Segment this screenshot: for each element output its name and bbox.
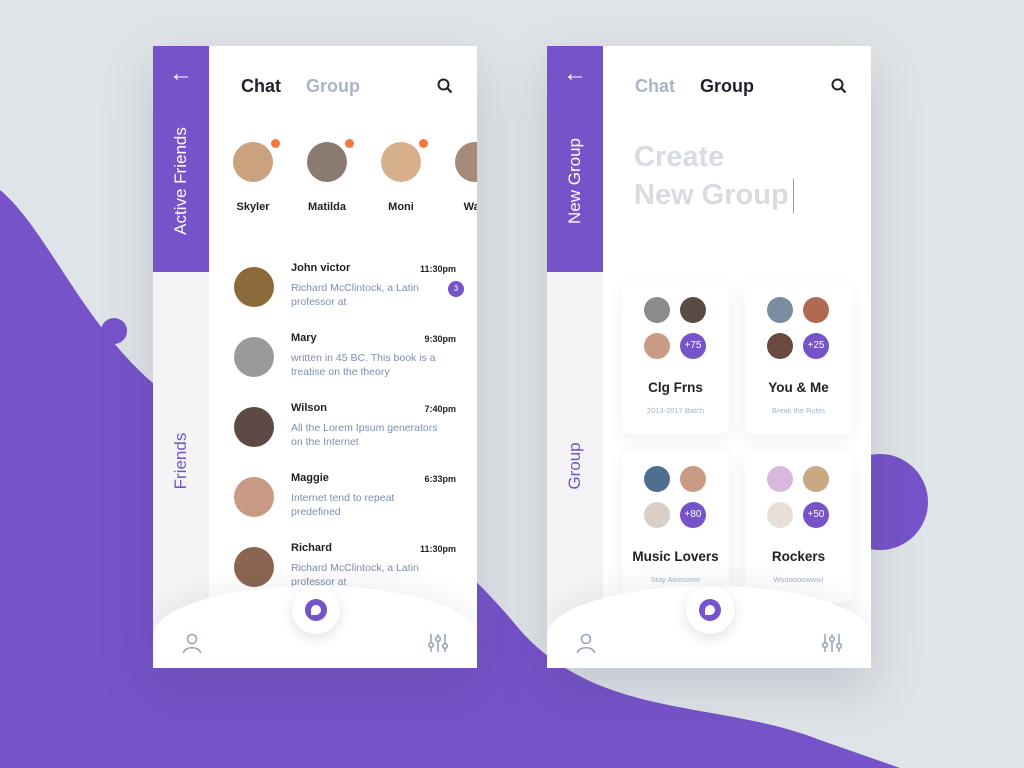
create-title-line2-wrap: New Group <box>634 176 794 214</box>
extra-members-count: +50 <box>803 502 829 528</box>
chat-bubble-icon <box>699 599 721 621</box>
chat-list-item[interactable]: Wilson 7:40pm All the Lorem Ipsum generato… <box>234 402 456 467</box>
message-time: 6:33pm <box>424 474 456 484</box>
friend-name: Matilda <box>308 201 346 213</box>
group-name: You & Me <box>768 380 829 395</box>
active-friend[interactable]: Skyler <box>223 139 283 213</box>
avatar <box>381 142 421 182</box>
online-indicator <box>419 139 428 148</box>
sidebar-active-label: New Group <box>565 138 584 224</box>
settings-sliders-icon[interactable] <box>427 632 449 654</box>
message-preview: Internet tend to repeat predefined <box>291 492 395 518</box>
member-avatar <box>803 466 829 492</box>
contact-name: Maggie <box>291 472 329 484</box>
sidebar-active-label: Active Friends <box>171 127 190 235</box>
create-title-line2: New Group <box>634 179 789 211</box>
group-card[interactable]: +25 You & Me Break the Rules <box>745 282 852 434</box>
text-cursor <box>792 179 794 214</box>
tab-group[interactable]: Group <box>700 76 754 97</box>
member-avatar <box>767 502 793 528</box>
avatar <box>307 142 347 182</box>
unread-badge: 3 <box>448 281 464 297</box>
sidebar-active-section[interactable]: ← Active Friends <box>153 46 209 272</box>
active-friend[interactable]: Matilda <box>297 139 357 213</box>
new-message-button[interactable] <box>292 586 340 634</box>
member-avatar <box>767 297 793 323</box>
group-card[interactable]: +80 Music Lovers Stay Awesome <box>622 451 729 603</box>
message-time: 11:30pm <box>419 544 456 554</box>
group-name: Clg Frns <box>648 380 703 395</box>
contact-name: Wilson <box>291 402 327 414</box>
chat-list-item[interactable]: Maggie 6:33pm Internet tend to repeat pred… <box>234 472 456 537</box>
chat-list-item[interactable]: John victor 11:30pm Richard McClintock, a … <box>234 262 464 327</box>
contact-name: Mary <box>291 332 317 344</box>
friend-name: Moni <box>388 201 414 213</box>
tab-chat[interactable]: Chat <box>635 76 675 97</box>
online-indicator <box>271 139 280 148</box>
online-indicator <box>345 139 354 148</box>
member-avatar <box>767 466 793 492</box>
member-avatar <box>644 297 670 323</box>
active-friend[interactable]: Moni <box>371 139 431 213</box>
create-title-line1: Create <box>634 141 725 173</box>
tab-chat[interactable]: Chat <box>241 76 281 97</box>
create-group-input[interactable]: Create New Group <box>634 138 794 214</box>
extra-members-count: +80 <box>680 502 706 528</box>
contact-name: Richard <box>291 542 332 554</box>
member-avatar <box>767 333 793 359</box>
message-time: 7:40pm <box>424 404 456 414</box>
sidebar-secondary-label[interactable]: Group <box>565 442 585 489</box>
avatar <box>455 142 477 182</box>
avatar <box>234 547 274 587</box>
member-avatar <box>680 466 706 492</box>
group-name: Music Lovers <box>632 549 719 564</box>
sidebar-secondary-label[interactable]: Friends <box>171 433 191 490</box>
group-subtitle: Break the Rules <box>771 406 826 415</box>
message-preview: All the Lorem Ipsum generators on the In… <box>291 422 438 448</box>
group-card[interactable]: +50 Rockers Woooooowww! <box>745 451 852 603</box>
group-screen: Create New Group +75 Clg Frns 2013-2017 Batc… <box>547 46 871 668</box>
friend-name: Walt <box>463 201 477 213</box>
message-time: 9:30pm <box>424 334 456 344</box>
member-avatar <box>644 502 670 528</box>
chat-bubble-icon <box>305 599 327 621</box>
avatar <box>234 337 274 377</box>
extra-members-count: +75 <box>680 333 706 359</box>
group-subtitle: Stay Awesome <box>650 575 701 584</box>
group-card[interactable]: +75 Clg Frns 2013-2017 Batch <box>622 282 729 434</box>
sidebar: ← Active Friends Friends <box>153 46 209 668</box>
group-subtitle: Woooooowww! <box>773 575 824 584</box>
settings-sliders-icon[interactable] <box>821 632 843 654</box>
back-arrow-icon[interactable]: ← <box>563 62 587 86</box>
member-avatar <box>644 466 670 492</box>
back-arrow-icon[interactable]: ← <box>169 62 193 86</box>
tab-group[interactable]: Group <box>306 76 360 97</box>
profile-icon[interactable] <box>181 632 203 654</box>
contact-name: John victor <box>291 262 351 274</box>
member-avatar <box>644 333 670 359</box>
message-preview: Richard McClintock, a Latin professor at <box>291 562 419 588</box>
sidebar-active-section[interactable]: ← New Group <box>547 46 603 272</box>
sidebar: ← New Group Group <box>547 46 603 668</box>
avatar <box>234 407 274 447</box>
member-avatar <box>803 297 829 323</box>
profile-icon[interactable] <box>575 632 597 654</box>
active-friend[interactable]: Walt <box>445 142 477 213</box>
group-subtitle: 2013-2017 Batch <box>646 406 705 415</box>
message-preview: written in 45 BC. This book is a treatis… <box>291 352 436 378</box>
chat-screen: SkylerMatildaMoniWaltJohn victor11:30pmR… <box>153 46 477 668</box>
new-message-button[interactable] <box>686 586 734 634</box>
avatar <box>234 267 274 307</box>
extra-members-count: +25 <box>803 333 829 359</box>
group-name: Rockers <box>771 549 826 564</box>
avatar <box>233 142 273 182</box>
friend-name: Skyler <box>236 201 270 213</box>
message-preview: Richard McClintock, a Latin professor at <box>291 282 419 308</box>
search-icon[interactable] <box>437 78 453 94</box>
avatar <box>234 477 274 517</box>
search-icon[interactable] <box>831 78 847 94</box>
chat-list-item[interactable]: Mary 9:30pm written in 45 BC. This book i… <box>234 332 456 397</box>
member-avatar <box>680 297 706 323</box>
message-time: 11:30pm <box>419 264 456 274</box>
